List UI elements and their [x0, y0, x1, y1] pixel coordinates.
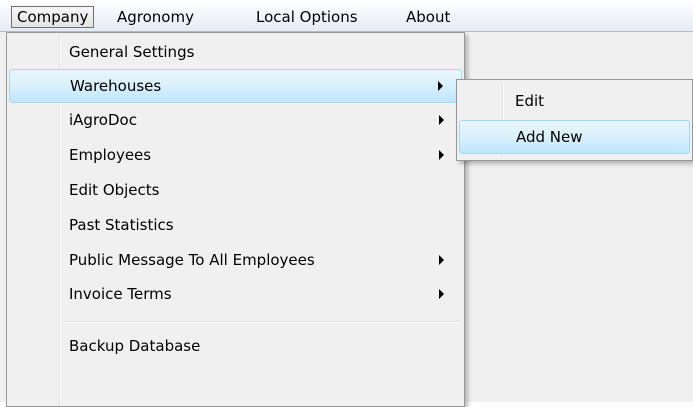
menubar-local-options[interactable]: Local Options: [250, 6, 364, 28]
menu-item-past-statistics[interactable]: Past Statistics: [9, 208, 462, 242]
submenu-arrow-icon: [439, 255, 444, 265]
menu-item-warehouses[interactable]: Warehouses: [9, 69, 462, 103]
menu-separator: [65, 321, 460, 323]
menubar-company[interactable]: Company: [11, 6, 95, 28]
menu-item-label: Backup Database: [69, 337, 201, 355]
menu-item-general-settings[interactable]: General Settings: [9, 35, 462, 69]
menu-item-invoice-terms[interactable]: Invoice Terms: [9, 277, 462, 311]
menu-item-edit-objects[interactable]: Edit Objects: [9, 173, 462, 207]
menu-item-label: Warehouses: [70, 77, 162, 95]
menu-item-label: Add New: [516, 128, 583, 146]
menu-item-public-message[interactable]: Public Message To All Employees: [9, 243, 462, 277]
menu-item-label: Invoice Terms: [69, 285, 172, 303]
menu-item-employees[interactable]: Employees: [9, 138, 462, 172]
submenu-arrow-icon: [439, 289, 444, 299]
menu-item-label: Employees: [69, 146, 152, 164]
menubar-agronomy[interactable]: Agronomy: [111, 6, 200, 28]
submenu-arrow-icon: [439, 115, 444, 125]
submenu-arrow-icon: [438, 81, 443, 91]
company-menu: General Settings Warehouses iAgroDoc Emp…: [6, 32, 465, 407]
submenu-item-edit[interactable]: Edit: [459, 84, 690, 118]
menu-item-iagrodoc[interactable]: iAgroDoc: [9, 103, 462, 137]
menu-item-backup-database[interactable]: Backup Database: [9, 329, 462, 363]
submenu-arrow-icon: [439, 150, 444, 160]
submenu-item-add-new[interactable]: Add New: [459, 120, 690, 154]
menu-item-label: Edit Objects: [69, 181, 160, 199]
menubar-about[interactable]: About: [400, 6, 456, 28]
menu-item-label: Edit: [515, 92, 545, 110]
menu-bar: Company Agronomy Local Options About: [0, 0, 693, 32]
menu-item-label: Past Statistics: [69, 216, 174, 234]
menu-item-label: iAgroDoc: [69, 111, 137, 129]
warehouses-submenu: Edit Add New: [456, 79, 693, 161]
menu-item-label: General Settings: [69, 43, 195, 61]
menu-item-label: Public Message To All Employees: [69, 251, 315, 269]
